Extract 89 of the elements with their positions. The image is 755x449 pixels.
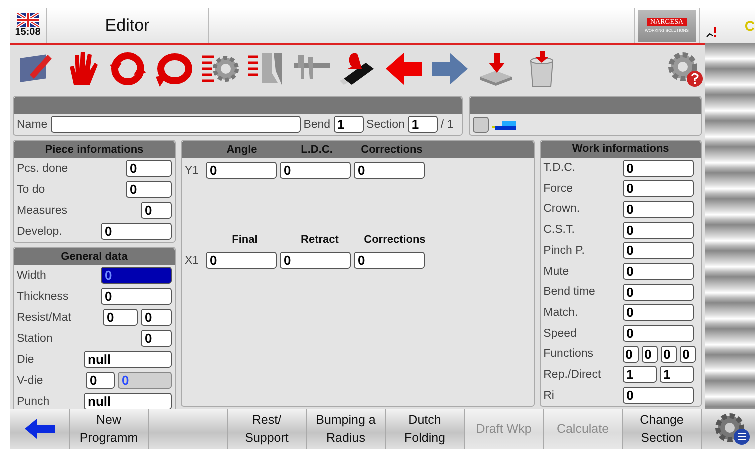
column-header: Retract: [300, 234, 340, 246]
field-label: Thickness: [17, 290, 69, 302]
input-field[interactable]: 0: [622, 304, 694, 322]
field-label: Measures: [17, 204, 68, 216]
input-field[interactable]: 1: [622, 366, 657, 384]
column-header: Angle: [226, 144, 258, 156]
field-label: Mute: [544, 266, 570, 278]
input-field[interactable]: 0: [101, 223, 172, 240]
back-arrow-icon: [24, 419, 54, 439]
input-field[interactable]: 0: [622, 200, 694, 218]
field-label: Punch: [17, 396, 50, 408]
input-field[interactable]: 0: [354, 252, 425, 269]
input-field[interactable]: 1: [334, 116, 364, 133]
flag-icon[interactable]: [17, 13, 39, 27]
input-field[interactable]: 0: [622, 325, 694, 342]
name-field[interactable]: [50, 116, 301, 133]
input-field[interactable]: 0: [141, 309, 172, 326]
panel-title: Piece informations: [45, 144, 144, 156]
field-label: V-die: [17, 374, 44, 386]
column-header: Final: [231, 234, 259, 246]
input-field[interactable]: 0: [680, 346, 696, 363]
field-label: Rep./Direct: [544, 368, 602, 381]
input-field[interactable]: 0: [141, 330, 172, 347]
field-label: Pcs. done: [17, 162, 68, 174]
input-field[interactable]: null: [84, 351, 172, 368]
input-field[interactable]: 0: [101, 288, 172, 305]
field-label: C.S.T.: [544, 224, 576, 236]
field-label: Bend: [304, 118, 331, 130]
input-field[interactable]: 1: [408, 116, 438, 133]
input-field[interactable]: 0: [280, 252, 351, 269]
input-field[interactable]: 0: [622, 222, 694, 239]
bend-profile-icon: [492, 120, 516, 130]
field-label: Force: [544, 182, 574, 195]
input-field[interactable]: 0: [141, 202, 172, 219]
column-header: L.D.C.: [300, 144, 334, 156]
input-field[interactable]: 1: [660, 366, 694, 384]
field-label: Speed: [544, 328, 578, 340]
input-field[interactable]: 0: [622, 242, 694, 260]
input-field[interactable]: 0: [622, 284, 694, 301]
checkbox[interactable]: [473, 116, 489, 132]
input-field[interactable]: null: [84, 393, 172, 410]
field-label: Section: [366, 118, 405, 130]
axis-label: Y1: [185, 164, 200, 176]
screen-title: Editor: [105, 16, 150, 36]
status-text: C: [744, 18, 755, 32]
input-field[interactable]: 0: [622, 387, 694, 404]
field-label: Ri: [544, 390, 556, 402]
input-field[interactable]: 0: [101, 267, 172, 284]
clock-time: 15:08: [15, 27, 41, 38]
panel-title: Work informations: [572, 143, 670, 156]
field-label: Pinch P.: [544, 244, 586, 257]
input-field[interactable]: 0: [280, 162, 351, 179]
field-label: Resist/Mat: [17, 312, 72, 324]
panel-title: General data: [61, 250, 128, 262]
toolbar-button[interactable]: Bumping a Radius: [307, 409, 386, 449]
signal-warning-icon: [706, 25, 718, 39]
field-label: Station: [17, 332, 53, 344]
input-field[interactable]: 0: [622, 160, 694, 177]
input-field[interactable]: 0: [622, 263, 694, 280]
input-field[interactable]: 0: [206, 252, 277, 269]
input-field[interactable]: 0: [206, 162, 277, 179]
field-label: To do: [17, 184, 46, 196]
input-field[interactable]: 0: [126, 181, 172, 198]
input-field[interactable]: 0: [354, 162, 425, 179]
input-field[interactable]: 0: [622, 346, 639, 363]
toolbar-button[interactable]: Rest/ Support: [228, 409, 307, 449]
field-label: Die: [17, 354, 34, 366]
field-label: T.D.C.: [544, 162, 577, 174]
field-label: Name: [17, 118, 48, 130]
back-button[interactable]: [10, 409, 70, 449]
column-header: Corrections: [360, 144, 424, 156]
input-field[interactable]: 0: [642, 346, 658, 363]
axis-label: X1: [185, 254, 200, 266]
column-header: Corrections: [363, 234, 427, 246]
field-label: Crown.: [544, 203, 582, 216]
field-label: Bend time: [544, 286, 596, 298]
field-label: Develop.: [17, 226, 62, 238]
input-field[interactable]: 0: [622, 180, 694, 198]
input-field[interactable]: 0: [103, 309, 138, 326]
field-label: Width: [17, 270, 46, 282]
input-field[interactable]: 0: [660, 346, 677, 363]
field-label: Functions: [544, 348, 594, 360]
input-field[interactable]: 0: [86, 372, 115, 389]
toolbar-button[interactable]: Dutch Folding: [386, 409, 465, 449]
section-total: / 1: [440, 118, 454, 130]
toolbar-button[interactable]: New Programm: [70, 409, 149, 449]
toolbar-button[interactable]: Change Section: [623, 409, 702, 449]
field-label: Match.: [544, 306, 580, 319]
input-field[interactable]: 0: [126, 160, 172, 177]
